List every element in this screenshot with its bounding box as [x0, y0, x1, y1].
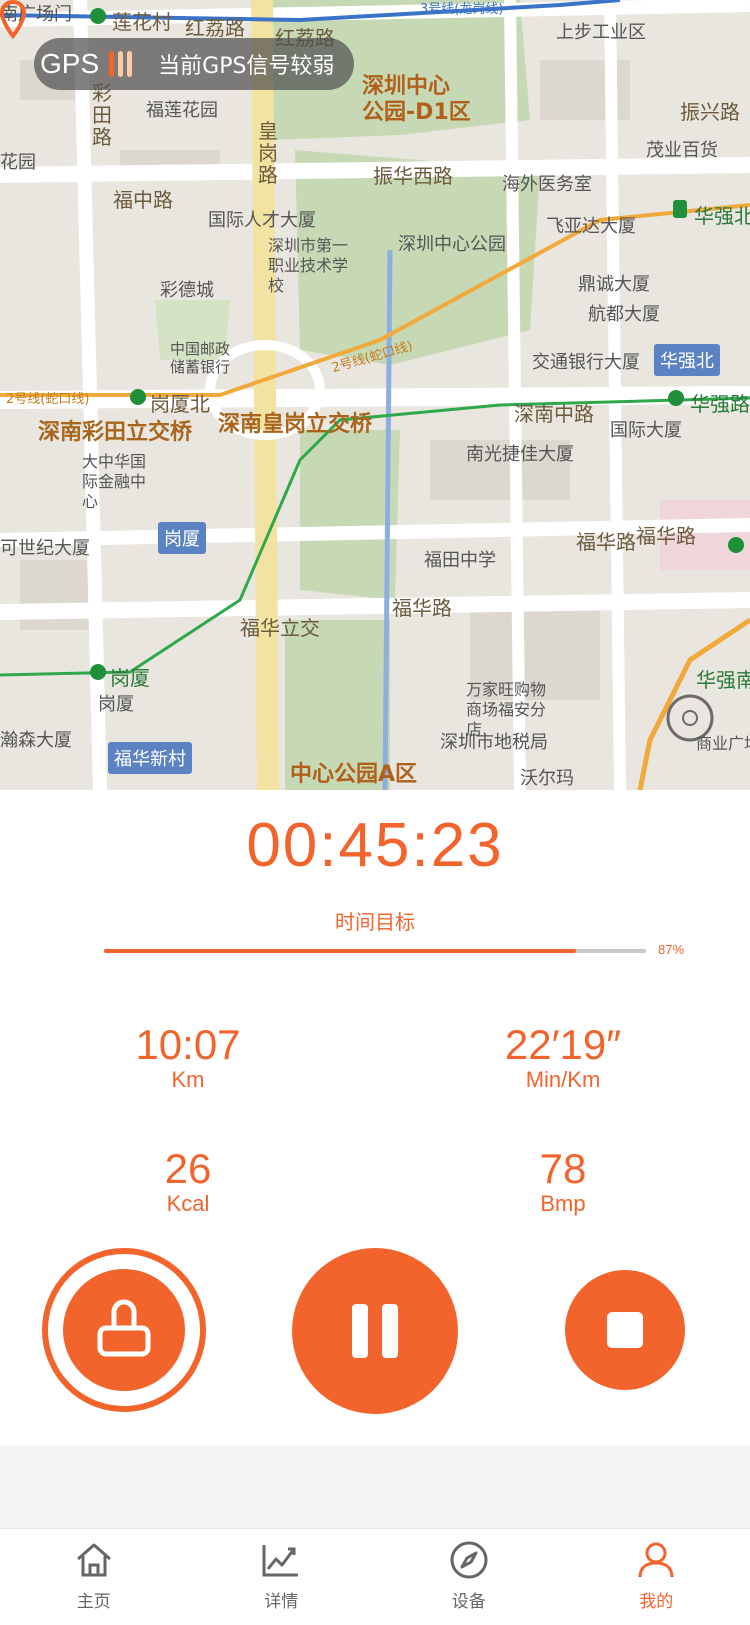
- map-label: 深圳市第一职业技术学校: [268, 236, 358, 296]
- map-label: 公园-D1区: [362, 100, 471, 126]
- chart-icon: [260, 1539, 302, 1581]
- goal-progress-fill: [104, 949, 576, 953]
- map-label: 福华立交: [240, 612, 320, 641]
- pace-unit: Min/Km: [478, 1068, 648, 1092]
- heart-rate-unit: Bmp: [503, 1192, 623, 1216]
- map-label: 华强路: [690, 388, 750, 417]
- map-label: 2号线(蛇口线): [6, 388, 89, 407]
- map-label: 深圳中心: [362, 74, 450, 100]
- map-label: 岗厦北: [150, 388, 210, 417]
- map-label: 深南彩田立交桥: [38, 414, 192, 446]
- map-label: 可世纪大厦: [0, 534, 90, 560]
- map-label: 岗厦: [98, 690, 134, 716]
- map-label: 国际大厦: [610, 416, 682, 442]
- map-label: 中国邮政储蓄银行: [170, 340, 230, 376]
- map-label: 福中路: [113, 184, 173, 213]
- heart-rate-metric: 78 Bmp: [503, 1146, 623, 1216]
- stop-icon: [605, 1310, 645, 1350]
- map-label: 中心公园A区: [290, 762, 417, 788]
- map-label: 华强北: [654, 344, 720, 376]
- map-label: 岗厦: [110, 662, 150, 691]
- distance-unit: Km: [118, 1068, 258, 1092]
- stop-button[interactable]: [565, 1270, 685, 1390]
- map-label: 振华西路: [373, 160, 453, 189]
- calories-metric: 26 Kcal: [128, 1146, 248, 1216]
- home-icon: [73, 1539, 115, 1581]
- user-icon: [635, 1539, 677, 1581]
- tab-profile[interactable]: 我的: [563, 1529, 750, 1625]
- map-label: 福华路: [392, 592, 452, 621]
- calories-unit: Kcal: [128, 1192, 248, 1216]
- map-label: 交通银行大厦: [532, 348, 640, 374]
- map-label: 振兴路: [680, 96, 740, 125]
- goal-progress-percent: 87%: [658, 942, 684, 957]
- elapsed-timer: 00:45:23: [0, 810, 750, 881]
- bottom-tab-bar: 主页 详情 设备 我的: [0, 1528, 750, 1625]
- distance-value: 10:07: [118, 1022, 258, 1068]
- map-label: 花园: [0, 148, 36, 174]
- map-label: 福华新村: [108, 742, 192, 774]
- tab-devices-label: 设备: [452, 1587, 486, 1612]
- map-label: 南光捷佳大厦: [466, 440, 574, 466]
- gps-label: GPS: [40, 48, 99, 80]
- map-label: 沃尔玛: [520, 764, 574, 790]
- compass-icon: [448, 1539, 490, 1581]
- map-label: 海外医务室: [502, 170, 592, 196]
- goal-label: 时间目标: [0, 906, 750, 935]
- map-label: 深南中路: [514, 398, 594, 427]
- tab-profile-label: 我的: [639, 1587, 673, 1612]
- map-label: 商业广场: [696, 730, 750, 754]
- map-label: 上步工业区: [556, 18, 646, 44]
- map-label: 福华路: [576, 526, 636, 555]
- lock-icon: [92, 1298, 156, 1362]
- map-label: 皇岗路: [258, 120, 280, 186]
- map-label: 华强北: [694, 200, 750, 229]
- map-label: 莲花村: [112, 6, 172, 35]
- map-label: 国际人才大厦: [208, 206, 316, 232]
- divider-band: [0, 1445, 750, 1528]
- calories-value: 26: [128, 1146, 248, 1192]
- pace-value: 22′19″: [478, 1022, 648, 1068]
- gps-status-text: 当前GPS信号较弱: [158, 48, 334, 80]
- lock-button-inner: [63, 1269, 185, 1391]
- map-label: 深圳中心公园: [398, 230, 506, 256]
- map-label: 深圳市地税局: [440, 728, 548, 754]
- tab-home[interactable]: 主页: [0, 1529, 188, 1625]
- location-pin-icon: [0, 0, 26, 40]
- tab-home-label: 主页: [77, 1587, 111, 1612]
- map-label: 福华路: [636, 520, 696, 549]
- goal-progress-bar: [104, 949, 646, 953]
- map-label: 瀚森大厦: [0, 726, 72, 752]
- map-label: 华强南: [696, 664, 750, 693]
- distance-metric: 10:07 Km: [118, 1022, 258, 1092]
- map-label: 茂业百货: [646, 136, 718, 162]
- tab-devices[interactable]: 设备: [375, 1529, 563, 1625]
- map-label: 岗厦: [158, 522, 206, 554]
- map-label: 大中华国际金融中心: [82, 452, 148, 512]
- map-label: 红荔路: [185, 12, 245, 41]
- map-label: 飞亚达大厦: [546, 212, 636, 238]
- map-label: 鼎诚大厦: [578, 270, 650, 296]
- map-label: 航都大厦: [588, 300, 660, 326]
- lock-button[interactable]: [42, 1248, 206, 1412]
- pause-button[interactable]: [292, 1248, 458, 1414]
- tab-details-label: 详情: [264, 1587, 298, 1612]
- map-view[interactable]: 南广场门 莲花村 红荔路 红荔路 上步工业区 福莲花园 深圳中心 公园-D1区 …: [0, 0, 750, 790]
- map-label: 彩德城: [160, 276, 214, 302]
- gps-status-bar: GPS 当前GPS信号较弱: [34, 38, 354, 90]
- signal-strength-icon: [109, 51, 132, 77]
- heart-rate-value: 78: [503, 1146, 623, 1192]
- map-label: 福田中学: [424, 546, 496, 572]
- map-label: 福莲花园: [146, 96, 218, 122]
- map-label: 深南皇岗立交桥: [218, 406, 372, 438]
- tab-details[interactable]: 详情: [188, 1529, 376, 1625]
- map-label: 3号线(龙岗线): [420, 0, 503, 17]
- pace-metric: 22′19″ Min/Km: [478, 1022, 648, 1092]
- map-label: 彩田路: [92, 82, 114, 148]
- pause-icon: [342, 1298, 408, 1364]
